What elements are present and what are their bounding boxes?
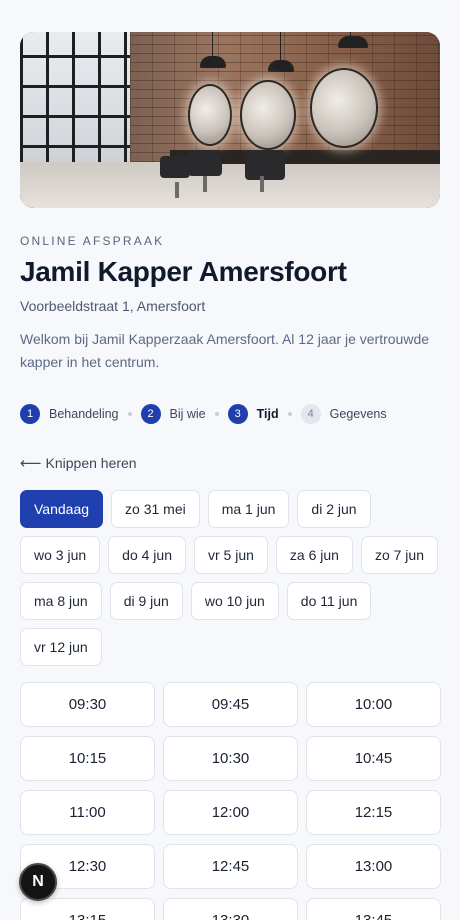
step-label: Bij wie xyxy=(169,407,206,421)
intro-text: Welkom bij Jamil Kapperzaak Amersfoort. … xyxy=(20,331,430,370)
day-chip[interactable]: vr 12 jun xyxy=(20,628,102,666)
day-chip[interactable]: ma 8 jun xyxy=(20,582,102,620)
day-chip[interactable]: zo 7 jun xyxy=(360,536,438,574)
step-bij-wie[interactable]: 2 Bij wie xyxy=(140,404,206,424)
progress-steps: 1 Behandeling 2 Bij wie 3 Tijd 4 Gegeven… xyxy=(20,404,440,424)
step-number: 3 xyxy=(227,404,248,424)
arrow-left-icon: ⟵ xyxy=(20,455,42,472)
round-mirror xyxy=(188,84,232,146)
time-slot[interactable]: 12:45 xyxy=(163,844,298,889)
page-title: Jamil Kapper Amersfoort xyxy=(20,256,347,287)
time-slot[interactable]: 13:15 xyxy=(20,898,155,920)
step-label: Behandeling xyxy=(49,407,119,421)
n-logo-icon: N xyxy=(32,873,44,890)
day-picker: Vandaag zo 31 mei ma 1 jun di 2 jun wo 3… xyxy=(20,490,440,666)
round-mirror xyxy=(240,80,296,150)
day-chip[interactable]: wo 10 jun xyxy=(190,582,279,620)
step-tijd: 3 Tijd xyxy=(227,404,279,424)
step-behandeling[interactable]: 1 Behandeling xyxy=(20,404,119,424)
time-slot[interactable]: 13:30 xyxy=(163,898,298,920)
time-slot[interactable]: 10:15 xyxy=(20,736,155,781)
step-separator xyxy=(287,412,292,416)
back-link-label: Knippen heren xyxy=(45,455,137,471)
day-chip[interactable]: do 4 jun xyxy=(108,536,186,574)
time-slot[interactable]: 13:00 xyxy=(306,844,441,889)
time-slot[interactable]: 10:00 xyxy=(306,682,441,727)
step-label: Gegevens xyxy=(329,407,387,421)
step-separator xyxy=(214,412,219,416)
salon-chair xyxy=(188,150,222,192)
step-separator xyxy=(127,412,132,416)
round-mirror xyxy=(310,68,378,148)
day-chip[interactable]: di 9 jun xyxy=(109,582,183,620)
day-chip[interactable]: za 6 jun xyxy=(275,536,353,574)
step-number: 4 xyxy=(300,404,321,424)
floor xyxy=(20,162,440,208)
dev-tools-badge[interactable]: N xyxy=(19,863,57,901)
day-chip[interactable]: zo 31 mei xyxy=(111,490,200,528)
time-slot[interactable]: 13:45 xyxy=(306,898,441,920)
step-number: 1 xyxy=(20,404,40,424)
time-slot[interactable]: 09:30 xyxy=(20,682,155,727)
back-link[interactable]: ⟵ Knippen heren xyxy=(20,454,440,472)
pendant-lamp xyxy=(200,32,226,68)
eyebrow-label: ONLINE AFSPRAAK xyxy=(20,234,165,248)
day-chip[interactable]: do 11 jun xyxy=(286,582,372,620)
time-slot[interactable]: 11:00 xyxy=(20,790,155,835)
salon-chair xyxy=(160,156,190,198)
day-chip-vandaag[interactable]: Vandaag xyxy=(20,490,104,528)
day-chip[interactable]: wo 3 jun xyxy=(20,536,101,574)
pendant-lamp xyxy=(338,32,368,48)
step-label: Tijd xyxy=(256,407,279,421)
day-chip[interactable]: di 2 jun xyxy=(297,490,371,528)
time-slot[interactable]: 10:45 xyxy=(306,736,441,781)
step-number: 2 xyxy=(140,404,161,424)
address: Voorbeeldstraat 1, Amersfoort xyxy=(20,298,206,314)
time-slot[interactable]: 12:15 xyxy=(306,790,441,835)
salon-chair xyxy=(245,150,285,192)
day-chip[interactable]: ma 1 jun xyxy=(207,490,290,528)
hero-image xyxy=(20,32,440,208)
time-slot[interactable]: 09:45 xyxy=(163,682,298,727)
time-slot-grid: 09:30 09:45 10:00 10:15 10:30 10:45 11:0… xyxy=(20,682,441,920)
time-slot[interactable]: 12:00 xyxy=(163,790,298,835)
day-chip[interactable]: vr 5 jun xyxy=(193,536,268,574)
step-gegevens: 4 Gegevens xyxy=(300,404,387,424)
pendant-lamp xyxy=(268,32,294,72)
time-slot[interactable]: 10:30 xyxy=(163,736,298,781)
